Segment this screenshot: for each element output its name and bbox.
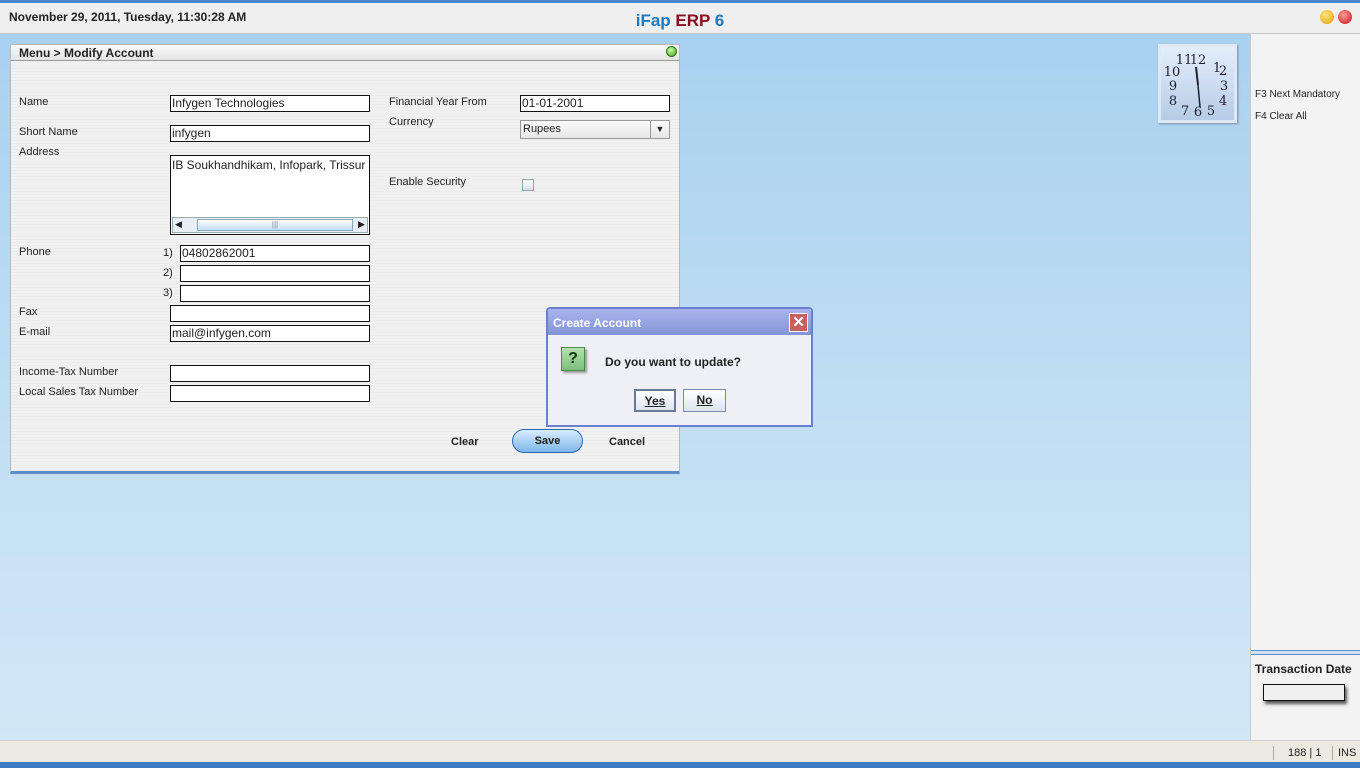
status-divider (1273, 746, 1274, 760)
name-label: Name (19, 96, 49, 108)
status-bar: 188 | 1 INS (0, 740, 1360, 768)
email-label: E-mail (19, 326, 51, 338)
name-input[interactable]: Infygen Technologies (170, 95, 370, 112)
svg-text:5: 5 (1207, 104, 1215, 119)
dialog-title: Create Account (553, 316, 642, 330)
title-ifap: iFap (635, 11, 671, 30)
transaction-date-label: Transaction Date (1255, 662, 1352, 676)
shortcut-f3: F3 Next Mandatory (1255, 89, 1341, 100)
svg-text:7: 7 (1181, 104, 1189, 119)
status-divider (1332, 746, 1333, 760)
svg-text:8: 8 (1169, 94, 1177, 109)
scroll-thumb[interactable]: ||| (197, 219, 353, 231)
short-name-label: Short Name (19, 126, 78, 138)
svg-text:9: 9 (1169, 79, 1177, 94)
svg-text:3: 3 (1220, 79, 1228, 94)
confirm-dialog: Create Account ✕ ? Do you want to update… (546, 307, 813, 427)
dialog-message: Do you want to update? (605, 355, 741, 369)
short-name-input[interactable]: infygen (170, 125, 370, 142)
fax-label: Fax (19, 306, 38, 318)
phone2-input[interactable] (180, 265, 370, 282)
cancel-button[interactable]: Cancel (609, 436, 645, 448)
enable-security-checkbox[interactable] (522, 179, 534, 191)
svg-text:11: 11 (1176, 53, 1193, 68)
right-panel: F3 Next Mandatory F4 Clear All Transacti… (1250, 34, 1360, 740)
address-label: Address (19, 146, 60, 158)
close-icon[interactable]: ✕ (789, 313, 808, 332)
financial-year-input[interactable]: 01-01-2001 (520, 95, 670, 112)
title-version: 6 (714, 11, 725, 30)
currency-select[interactable]: Rupees ▼ (520, 120, 670, 139)
scroll-left-icon[interactable]: ◀ (175, 219, 182, 230)
svg-text:4: 4 (1219, 94, 1227, 109)
financial-year-label: Financial Year From (389, 96, 487, 108)
divider (1251, 650, 1360, 655)
enable-security-label: Enable Security (389, 176, 467, 188)
address-textarea[interactable]: IB Soukhandhikam, Infopark, Trissur ◀ ||… (170, 155, 370, 235)
insert-mode: INS (1338, 747, 1357, 759)
local-sales-tax-label: Local Sales Tax Number (19, 386, 139, 398)
clear-button[interactable]: Clear (451, 436, 479, 448)
save-button[interactable]: Save (512, 429, 583, 453)
dialog-titlebar: Create Account ✕ (548, 309, 811, 335)
clock-widget: 12 1 2345 6 7 8 9 10 11 (1158, 44, 1237, 123)
phone3-prefix: 3) (163, 287, 173, 299)
chevron-down-icon[interactable]: ▼ (650, 121, 669, 138)
title-erp: ERP (675, 11, 711, 30)
scroll-right-icon[interactable]: ▶ (358, 219, 365, 230)
phone1-prefix: 1) (163, 247, 173, 259)
phone1-input[interactable]: 04802862001 (180, 245, 370, 262)
svg-text:2: 2 (1219, 64, 1227, 79)
phone3-input[interactable] (180, 285, 370, 302)
transaction-date-input[interactable] (1263, 684, 1345, 701)
address-text: IB Soukhandhikam, Infopark, Trissur (172, 158, 366, 172)
app-title: iFap ERP 6 (0, 11, 1360, 31)
shortcut-f4: F4 Clear All (1255, 111, 1307, 122)
panel-header: Menu > Modify Account (11, 45, 679, 61)
phone2-prefix: 2) (163, 267, 173, 279)
svg-text:6: 6 (1194, 105, 1202, 120)
cursor-position: 188 | 1 (1288, 747, 1322, 759)
phone-label: Phone (19, 246, 51, 258)
breadcrumb: Menu > Modify Account (19, 46, 154, 60)
currency-value: Rupees (523, 123, 561, 135)
top-bar: November 29, 2011, Tuesday, 11:30:28 AM … (0, 0, 1360, 34)
question-icon: ? (561, 347, 585, 371)
minimize-icon[interactable] (1320, 10, 1334, 24)
status-indicator-icon (666, 46, 677, 57)
clock-face-icon: 121 2345 67891011 (1164, 53, 1228, 120)
close-window-icon[interactable] (1338, 10, 1352, 24)
yes-button[interactable]: Yes (634, 389, 676, 412)
no-button[interactable]: No (683, 389, 726, 412)
local-sales-tax-input[interactable] (170, 385, 370, 402)
income-tax-label: Income-Tax Number (19, 366, 119, 378)
horizontal-scrollbar[interactable]: ◀ ||| ▶ (172, 217, 368, 233)
income-tax-input[interactable] (170, 365, 370, 382)
email-input[interactable]: mail@infygen.com (170, 325, 370, 342)
fax-input[interactable] (170, 305, 370, 322)
currency-label: Currency (389, 116, 434, 128)
